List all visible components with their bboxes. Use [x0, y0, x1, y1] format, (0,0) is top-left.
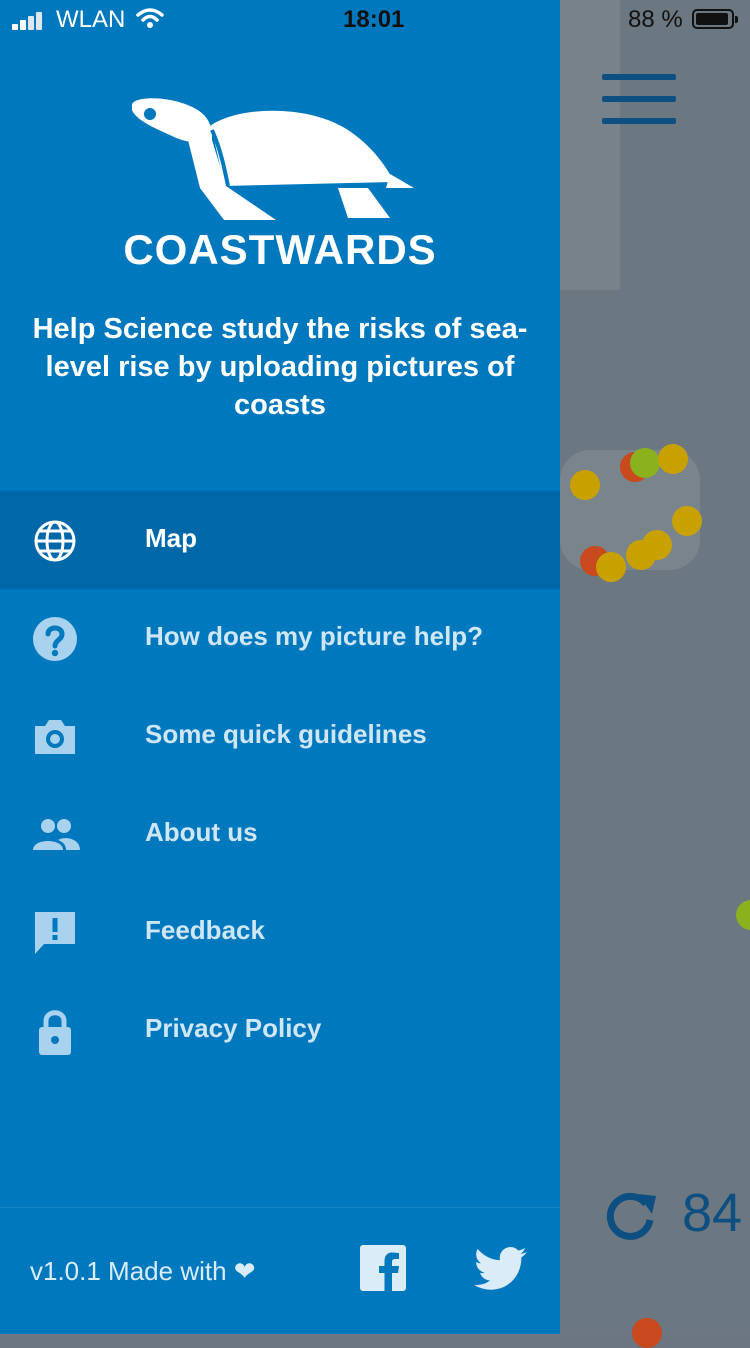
nav-label: Feedback [145, 915, 265, 945]
clock: 18:01 [343, 6, 405, 33]
side-drawer: COASTWARDS Help Science study the risks … [0, 0, 560, 1334]
carrier-label: WLAN [56, 6, 126, 33]
map-marker[interactable] [672, 506, 702, 536]
twitter-icon[interactable] [472, 1246, 528, 1292]
hamburger-menu-icon[interactable] [600, 72, 678, 128]
footer-version-text: v1.0.1 Made with ❤ [30, 1256, 256, 1286]
nav-label: About us [145, 817, 258, 847]
refresh-count: 84 [682, 1183, 743, 1243]
status-bar: WLAN 18:01 88 % [0, 0, 750, 40]
lock-icon [39, 1010, 71, 1055]
footer-divider [0, 1207, 560, 1208]
map-marker[interactable] [736, 900, 750, 930]
facebook-icon[interactable] [360, 1245, 406, 1291]
nav-item-how-picture-helps[interactable]: How does my picture help? [0, 589, 560, 687]
camera-icon [35, 720, 75, 754]
globe-icon [34, 520, 76, 562]
nav-item-feedback[interactable]: Feedback [0, 883, 560, 981]
refresh-icon[interactable] [600, 1186, 660, 1246]
map-marker[interactable] [570, 470, 600, 500]
signal-bars-icon [12, 10, 48, 30]
map-marker[interactable] [632, 1318, 662, 1348]
map-marker[interactable] [658, 444, 688, 474]
nav-label: Map [145, 523, 197, 553]
map-marker[interactable] [596, 552, 626, 582]
map-marker[interactable] [626, 540, 656, 570]
nav-label: Some quick guidelines [145, 719, 427, 749]
nav-item-privacy-policy[interactable]: Privacy Policy [0, 981, 560, 1079]
nav-item-about-us[interactable]: About us [0, 785, 560, 883]
map-marker[interactable] [630, 448, 660, 478]
map-land [560, 0, 620, 290]
nav-item-map[interactable]: Map [0, 491, 560, 589]
wifi-icon [136, 8, 164, 28]
battery-percent: 88 % [628, 6, 683, 33]
refresh-control[interactable]: 84 [600, 1180, 750, 1250]
nav-label: How does my picture help? [145, 621, 484, 651]
people-icon [33, 819, 80, 850]
nav-list: Map How does my picture help? Some quick… [0, 491, 560, 1079]
brand-name: COASTWARDS [123, 226, 437, 273]
help-circle-icon [33, 617, 77, 661]
nav-item-quick-guidelines[interactable]: Some quick guidelines [0, 687, 560, 785]
tagline: Help Science study the risks of sea-leve… [32, 313, 528, 421]
turtle-logo-icon [132, 98, 414, 220]
nav-label: Privacy Policy [145, 1013, 322, 1043]
battery-icon [692, 9, 738, 29]
feedback-icon [35, 912, 75, 954]
